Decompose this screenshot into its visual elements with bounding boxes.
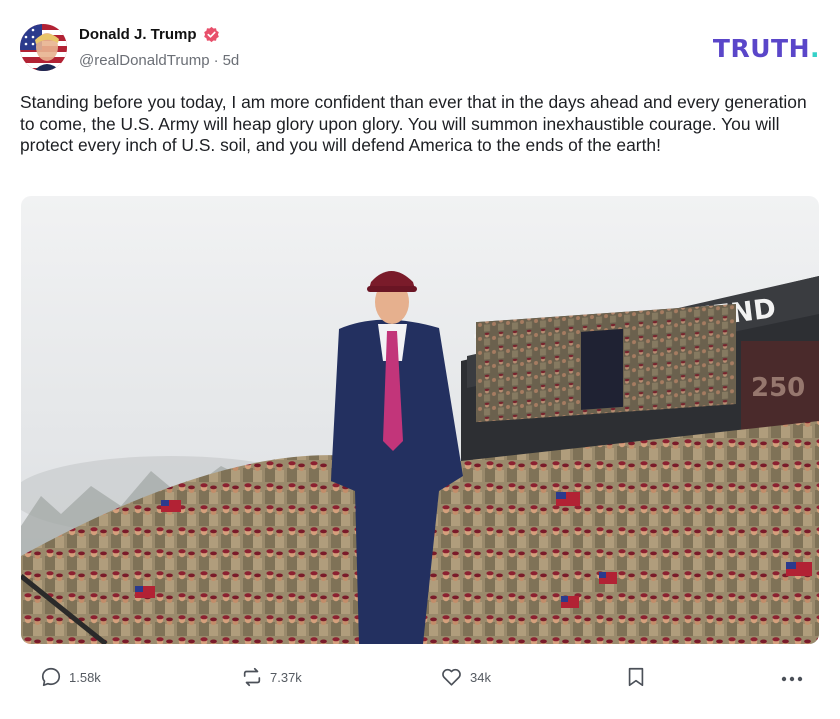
billboard-number: 250 <box>751 373 805 403</box>
bookmark-button[interactable] <box>626 666 646 688</box>
meta-separator: · <box>213 52 219 69</box>
truth-logo[interactable]: TRUTH. <box>713 34 820 63</box>
author-handle[interactable]: @realDonaldTrump <box>79 52 210 69</box>
post-actions-bar: 1.58k 7.37k 34k <box>0 660 840 700</box>
retruth-icon <box>241 666 263 688</box>
more-button[interactable] <box>781 676 803 682</box>
heart-icon <box>440 666 463 688</box>
post-header: Donald J. Trump @realDonaldTrump · 5d TR… <box>20 24 820 74</box>
post-time[interactable]: 5d <box>223 52 240 69</box>
author-name-row: Donald J. Trump <box>79 26 220 43</box>
logo-text: TRUTH <box>712 34 810 63</box>
like-button[interactable]: 34k <box>440 666 491 688</box>
reply-button[interactable]: 1.58k <box>40 666 101 688</box>
author-meta-row: @realDonaldTrump · 5d <box>79 52 239 69</box>
like-count: 34k <box>470 669 491 685</box>
author-display-name[interactable]: Donald J. Trump <box>79 26 197 43</box>
reply-count: 1.58k <box>69 669 101 685</box>
retruth-button[interactable]: 7.37k <box>241 666 302 688</box>
post-image[interactable]: THIS WE'LL DEFEND 250 <box>21 196 819 644</box>
reply-icon <box>40 666 62 688</box>
post-body-text: Standing before you today, I am more con… <box>20 92 807 155</box>
retruth-count: 7.37k <box>270 669 302 685</box>
verified-badge-icon <box>203 26 220 43</box>
more-icon <box>781 676 803 682</box>
avatar[interactable] <box>20 24 67 71</box>
bookmark-icon <box>626 666 646 688</box>
logo-dot: . <box>810 34 820 63</box>
